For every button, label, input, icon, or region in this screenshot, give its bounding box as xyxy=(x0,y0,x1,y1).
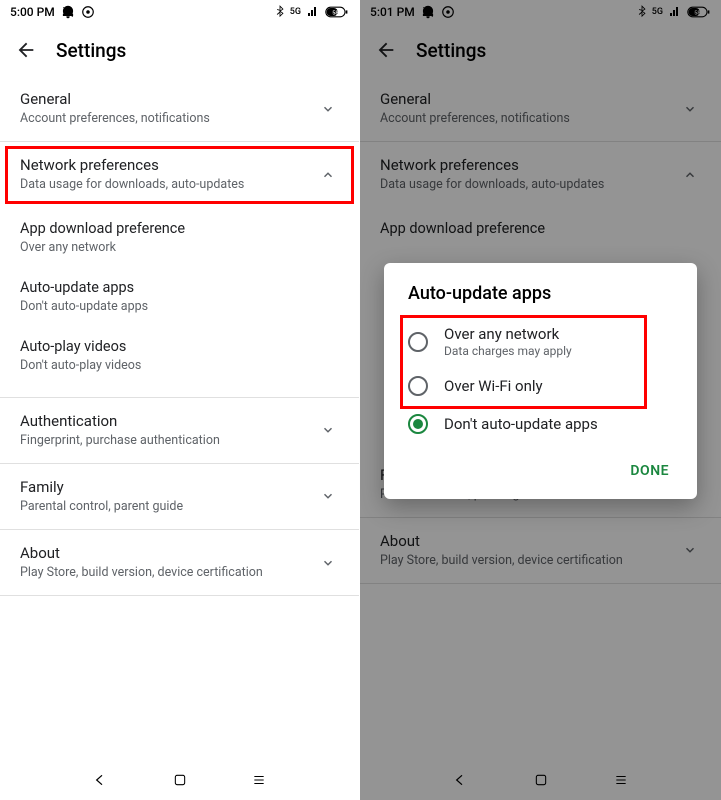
navigation-bar xyxy=(0,760,359,800)
radio-over-wifi-only[interactable]: Over Wi-Fi only xyxy=(384,367,697,405)
item-app-download-preference[interactable]: App download preference Over any network xyxy=(0,208,359,267)
section-network-preferences[interactable]: Network preferences Data usage for downl… xyxy=(0,142,359,207)
item-title: App download preference xyxy=(20,220,339,237)
section-title: General xyxy=(20,90,317,108)
item-subtitle: Don't auto-update apps xyxy=(20,299,339,314)
radio-dont-auto-update[interactable]: Don't auto-update apps xyxy=(384,405,697,443)
chevron-down-icon xyxy=(317,556,339,570)
app-icon xyxy=(81,5,95,19)
screen-settings-dialog: 5:01 PM 5G 58 Settings General Account p… xyxy=(360,0,721,800)
radio-label: Over Wi-Fi only xyxy=(444,377,673,395)
section-subtitle: Data usage for downloads, auto-updates xyxy=(20,177,317,193)
chevron-up-icon xyxy=(317,168,339,182)
arrow-back-icon xyxy=(15,39,37,61)
item-title: Auto-update apps xyxy=(20,279,339,296)
dnd-icon xyxy=(61,5,75,19)
item-auto-update-apps[interactable]: Auto-update apps Don't auto-update apps xyxy=(0,267,359,326)
section-about[interactable]: About Play Store, build version, device … xyxy=(0,530,359,596)
bluetooth-icon xyxy=(275,5,285,19)
chevron-down-icon xyxy=(317,102,339,116)
status-bar: 5:00 PM 5G 58 xyxy=(0,0,359,24)
auto-update-dialog: Auto-update apps Over any network Data c… xyxy=(384,263,697,499)
section-authentication[interactable]: Authentication Fingerprint, purchase aut… xyxy=(0,398,359,464)
item-subtitle: Over any network xyxy=(20,240,339,255)
network-label: 5G xyxy=(290,7,301,17)
item-auto-play-videos[interactable]: Auto-play videos Don't auto-play videos xyxy=(0,326,359,398)
done-button[interactable]: DONE xyxy=(622,457,677,485)
settings-list: General Account preferences, notificatio… xyxy=(0,76,359,760)
section-general[interactable]: General Account preferences, notificatio… xyxy=(0,76,359,142)
section-subtitle: Parental control, parent guide xyxy=(20,499,317,515)
back-button[interactable] xyxy=(6,30,46,70)
nav-recents-button[interactable] xyxy=(239,773,279,787)
section-title: Network preferences xyxy=(20,156,317,174)
radio-icon xyxy=(408,332,428,352)
screen-settings: 5:00 PM 5G 58 Settings General Account p… xyxy=(0,0,360,800)
dialog-options: Over any network Data charges may apply … xyxy=(384,316,697,443)
chevron-down-icon xyxy=(317,423,339,437)
radio-icon-selected xyxy=(408,414,428,434)
section-subtitle: Play Store, build version, device certif… xyxy=(20,565,317,581)
item-title: Auto-play videos xyxy=(20,338,339,355)
item-subtitle: Don't auto-play videos xyxy=(20,358,339,373)
dialog-actions: DONE xyxy=(384,443,697,491)
section-family[interactable]: Family Parental control, parent guide xyxy=(0,464,359,530)
section-title: About xyxy=(20,544,317,562)
radio-label: Don't auto-update apps xyxy=(444,415,673,433)
radio-over-any-network[interactable]: Over any network Data charges may apply xyxy=(384,316,697,367)
radio-icon xyxy=(408,376,428,396)
section-title: Family xyxy=(20,478,317,496)
radio-sublabel: Data charges may apply xyxy=(444,344,673,358)
status-time: 5:00 PM xyxy=(10,5,55,19)
nav-home-button[interactable] xyxy=(160,773,200,787)
page-title: Settings xyxy=(56,39,126,62)
chevron-down-icon xyxy=(317,489,339,503)
radio-label: Over any network xyxy=(444,325,673,343)
section-title: Authentication xyxy=(20,412,317,430)
section-subtitle: Account preferences, notifications xyxy=(20,111,317,127)
header: Settings xyxy=(0,24,359,76)
section-subtitle: Fingerprint, purchase authentication xyxy=(20,433,317,449)
battery-icon: 58 xyxy=(325,6,349,18)
dialog-title: Auto-update apps xyxy=(384,283,697,316)
signal-icon xyxy=(306,6,320,18)
nav-back-button[interactable] xyxy=(80,772,120,788)
svg-text:58: 58 xyxy=(332,10,338,16)
